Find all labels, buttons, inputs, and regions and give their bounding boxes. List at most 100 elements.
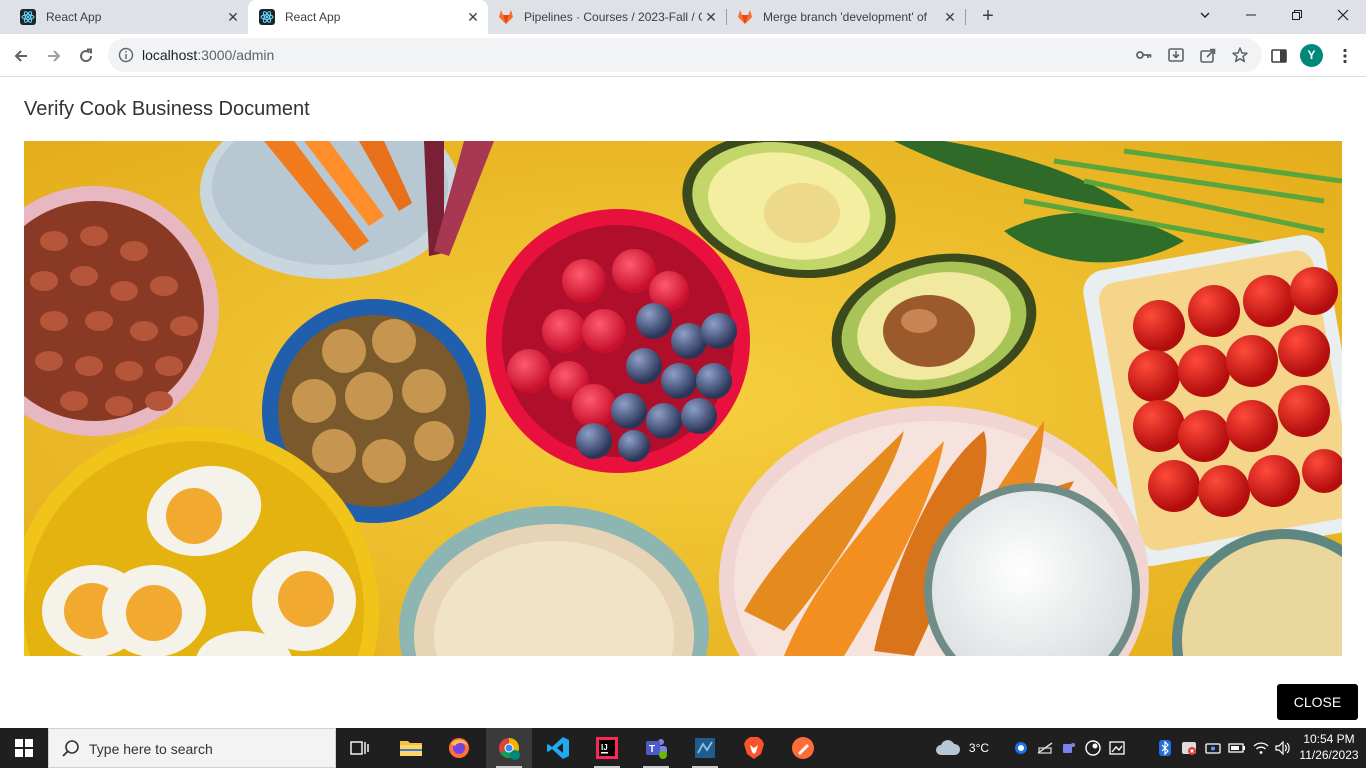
firefox-icon — [449, 738, 469, 758]
tab-merge-branch[interactable]: Merge branch 'development' of ✕ — [727, 0, 965, 34]
tab-strip: React App ✕ React App ✕ Pipelines · Cour… — [0, 0, 1366, 34]
minimize-button[interactable] — [1228, 0, 1274, 30]
arrow-right-icon — [48, 50, 61, 62]
tab-title: Merge branch 'development' of — [763, 10, 928, 24]
task-view-icon — [350, 741, 369, 755]
file-explorer-button[interactable] — [388, 728, 434, 768]
temperature-text: 3°C — [968, 741, 990, 755]
windows-taskbar: Type here to search IJ T 3°C 10:54 PM 11… — [0, 728, 1366, 768]
intellij-icon: IJ — [596, 737, 618, 759]
browser-toolbar: localhost:3000/admin Y — [0, 34, 1366, 77]
close-tab-icon[interactable]: ✕ — [224, 8, 242, 26]
mysql-workbench-button[interactable] — [682, 728, 728, 768]
new-tab-button[interactable]: + — [976, 5, 1000, 29]
database-workbench-icon — [695, 738, 715, 758]
image-app-icon — [1109, 741, 1125, 755]
close-button[interactable]: CLOSE — [1277, 684, 1358, 720]
teams-small-icon — [1063, 743, 1075, 753]
speaker-icon — [1275, 741, 1290, 755]
wifi-icon — [1253, 742, 1269, 754]
restore-button[interactable] — [1274, 0, 1320, 30]
svg-text:IJ: IJ — [601, 743, 608, 752]
clock-date: 11/26/2023 — [1299, 748, 1359, 762]
tab-title: React App — [285, 10, 341, 24]
chrome-button[interactable] — [486, 728, 532, 768]
folder-icon — [400, 741, 422, 756]
network-off-icon — [1037, 742, 1053, 754]
reload-button[interactable] — [72, 42, 100, 70]
firefox-button[interactable] — [436, 728, 482, 768]
tray-app-4[interactable] — [1108, 728, 1126, 768]
taskbar-clock[interactable]: 10:54 PM 11/26/2023 — [1296, 731, 1362, 763]
postman-button[interactable] — [780, 728, 826, 768]
brave-button[interactable] — [731, 728, 777, 768]
profile-avatar[interactable]: Y — [1300, 44, 1323, 67]
tray-teams[interactable] — [1060, 728, 1078, 768]
tab-pipelines[interactable]: Pipelines · Courses / 2023-Fall / C ✕ — [488, 0, 726, 34]
blue-circle-app-icon — [1015, 742, 1027, 754]
minimize-icon — [1246, 14, 1256, 16]
svg-text:T: T — [649, 744, 655, 755]
teams-button[interactable]: T — [633, 728, 679, 768]
reload-icon — [80, 48, 93, 63]
tray-app-6[interactable] — [1204, 728, 1222, 768]
close-window-button[interactable] — [1320, 0, 1366, 30]
install-app-icon[interactable] — [1167, 46, 1185, 64]
key-icon[interactable] — [1135, 46, 1153, 64]
weather-widget[interactable]: 3°C — [932, 728, 992, 768]
arrow-left-icon — [14, 50, 27, 62]
react-icon — [20, 9, 36, 25]
bookmark-star-icon[interactable] — [1231, 46, 1249, 64]
close-icon — [1337, 9, 1349, 21]
chrome-icon — [499, 738, 520, 760]
tab-react-app-1[interactable]: React App ✕ — [0, 0, 248, 34]
tray-wifi[interactable] — [1252, 728, 1270, 768]
tray-volume[interactable] — [1274, 728, 1292, 768]
tray-app-3[interactable] — [1084, 728, 1102, 768]
share-icon[interactable] — [1199, 46, 1217, 64]
start-button[interactable] — [0, 728, 48, 768]
bluetooth-icon — [1159, 740, 1171, 756]
food-photo-illustration — [24, 141, 1342, 656]
steam-icon — [1085, 740, 1101, 756]
teams-icon: T — [646, 739, 667, 759]
url-text: localhost:3000/admin — [142, 47, 274, 63]
gitlab-icon — [738, 10, 752, 24]
back-button[interactable] — [7, 42, 35, 70]
tray-app-2[interactable] — [1036, 728, 1054, 768]
clock-time: 10:54 PM — [1303, 732, 1355, 746]
more-menu-icon[interactable] — [1336, 47, 1354, 65]
chevron-down-icon — [1200, 12, 1210, 18]
url-path: :3000/admin — [197, 47, 275, 63]
battery-icon — [1228, 743, 1245, 753]
windows-logo-icon — [15, 739, 33, 757]
vscode-button[interactable] — [535, 728, 581, 768]
tab-react-app-2[interactable]: React App ✕ — [248, 0, 488, 34]
tab-search-button[interactable] — [1182, 0, 1228, 30]
side-panel-icon[interactable] — [1270, 47, 1288, 65]
security-alert-icon — [1182, 742, 1196, 755]
search-icon — [62, 740, 79, 757]
tray-app-1[interactable] — [1012, 728, 1030, 768]
task-view-button[interactable] — [337, 728, 383, 768]
gitlab-icon — [499, 10, 513, 24]
tab-separator — [965, 9, 966, 25]
forward-button[interactable] — [40, 42, 68, 70]
taskbar-search-box[interactable]: Type here to search — [48, 728, 336, 768]
tray-bluetooth[interactable] — [1156, 728, 1174, 768]
close-tab-icon[interactable]: ✕ — [464, 8, 482, 26]
info-icon[interactable] — [118, 47, 134, 63]
intellij-button[interactable]: IJ — [584, 728, 630, 768]
cloud-icon — [935, 740, 960, 755]
url-host: localhost — [142, 47, 198, 63]
address-bar[interactable]: localhost:3000/admin — [108, 38, 1262, 72]
tray-battery[interactable] — [1228, 728, 1246, 768]
react-icon — [259, 9, 275, 25]
food-banner-image — [24, 141, 1342, 656]
close-tab-icon[interactable]: ✕ — [702, 8, 720, 26]
vscode-icon — [547, 737, 569, 759]
close-tab-icon[interactable]: ✕ — [941, 8, 959, 26]
postman-icon — [792, 737, 814, 759]
brave-icon — [744, 737, 764, 759]
tray-app-5[interactable] — [1180, 728, 1198, 768]
